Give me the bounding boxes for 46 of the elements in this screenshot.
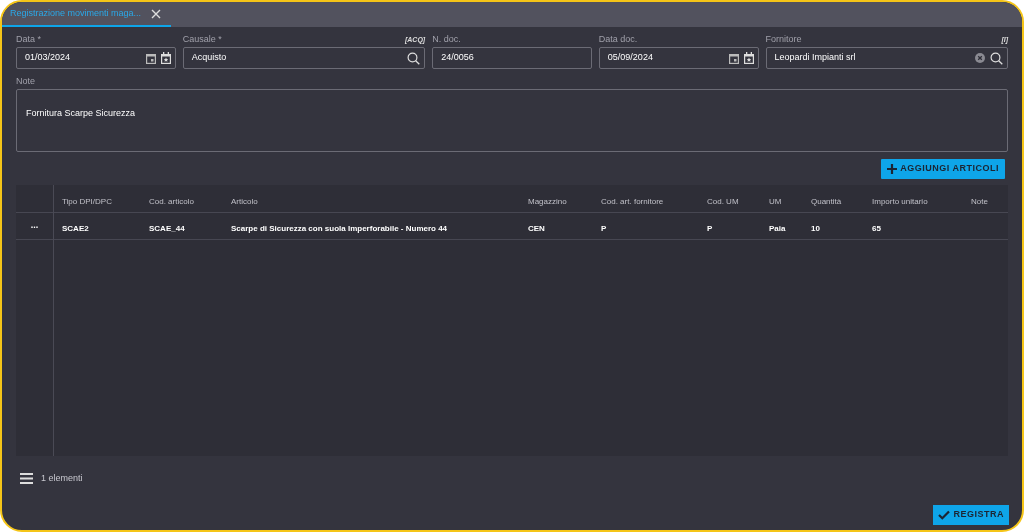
table-cell: SCAE_44 xyxy=(149,224,185,233)
note-field[interactable]: Fornitura Scarpe Sicurezza xyxy=(16,89,1008,152)
table-cell: CEN xyxy=(528,224,545,233)
text-field[interactable]: 24/0056 xyxy=(432,47,592,69)
calendar-icon[interactable] xyxy=(160,52,171,64)
column-header: Cod. art. fornitore xyxy=(601,196,664,206)
register-button[interactable]: REGISTRA xyxy=(933,504,1009,525)
close-icon[interactable] xyxy=(151,8,162,19)
column-header: UM xyxy=(769,196,782,206)
calendar-icon[interactable] xyxy=(728,52,739,64)
lookup-field[interactable]: Acquisto xyxy=(182,47,426,69)
table-cell: SCAE2 xyxy=(62,224,89,233)
table-cell: Scarpe di Sicurezza con suola Imperforabile - Numero 44 xyxy=(231,224,448,233)
table-cell: P xyxy=(601,224,607,233)
column-header: Quantità xyxy=(811,196,842,206)
search-icon[interactable] xyxy=(407,51,421,65)
column-header: Importo unitario xyxy=(872,196,928,206)
row-menu[interactable]: ... xyxy=(30,219,39,233)
calendar-icon[interactable] xyxy=(743,52,754,64)
field-label: Data doc. xyxy=(598,33,638,45)
field-label: N. doc. xyxy=(432,33,461,45)
check-icon xyxy=(938,509,951,520)
menu-icon[interactable] xyxy=(20,473,33,485)
column-header: Tipo DPI/DPC xyxy=(62,196,112,206)
column-header: Note xyxy=(971,196,988,206)
table-cell: 65 xyxy=(872,224,881,233)
field-label: Note xyxy=(16,75,36,87)
date-field[interactable]: 05/09/2024 xyxy=(598,47,759,69)
column-header: Cod. articolo xyxy=(149,196,194,206)
add-items-button[interactable]: AGGIUNGI ARTICOLI xyxy=(881,159,1005,179)
table-cell: 10 xyxy=(811,224,820,233)
field-label: Data * xyxy=(16,33,41,45)
field-label: Causale * xyxy=(182,33,222,45)
search-icon[interactable] xyxy=(990,51,1003,65)
date-field[interactable]: 01/03/2024 xyxy=(16,47,176,69)
plus-icon xyxy=(887,164,898,174)
calendar-icon[interactable] xyxy=(145,52,156,64)
column-header: Cod. UM xyxy=(707,196,739,206)
item-count: 1 elementi xyxy=(41,472,83,485)
column-header: Articolo xyxy=(231,196,258,206)
table-cell: P xyxy=(707,224,713,233)
field-label: Fornitore xyxy=(765,33,802,45)
lookup-field[interactable]: Leopardi Impianti srl xyxy=(765,47,1008,69)
clear-icon[interactable] xyxy=(975,53,985,63)
column-header: Magazzino xyxy=(528,196,567,206)
table-cell: Paia xyxy=(769,224,786,233)
